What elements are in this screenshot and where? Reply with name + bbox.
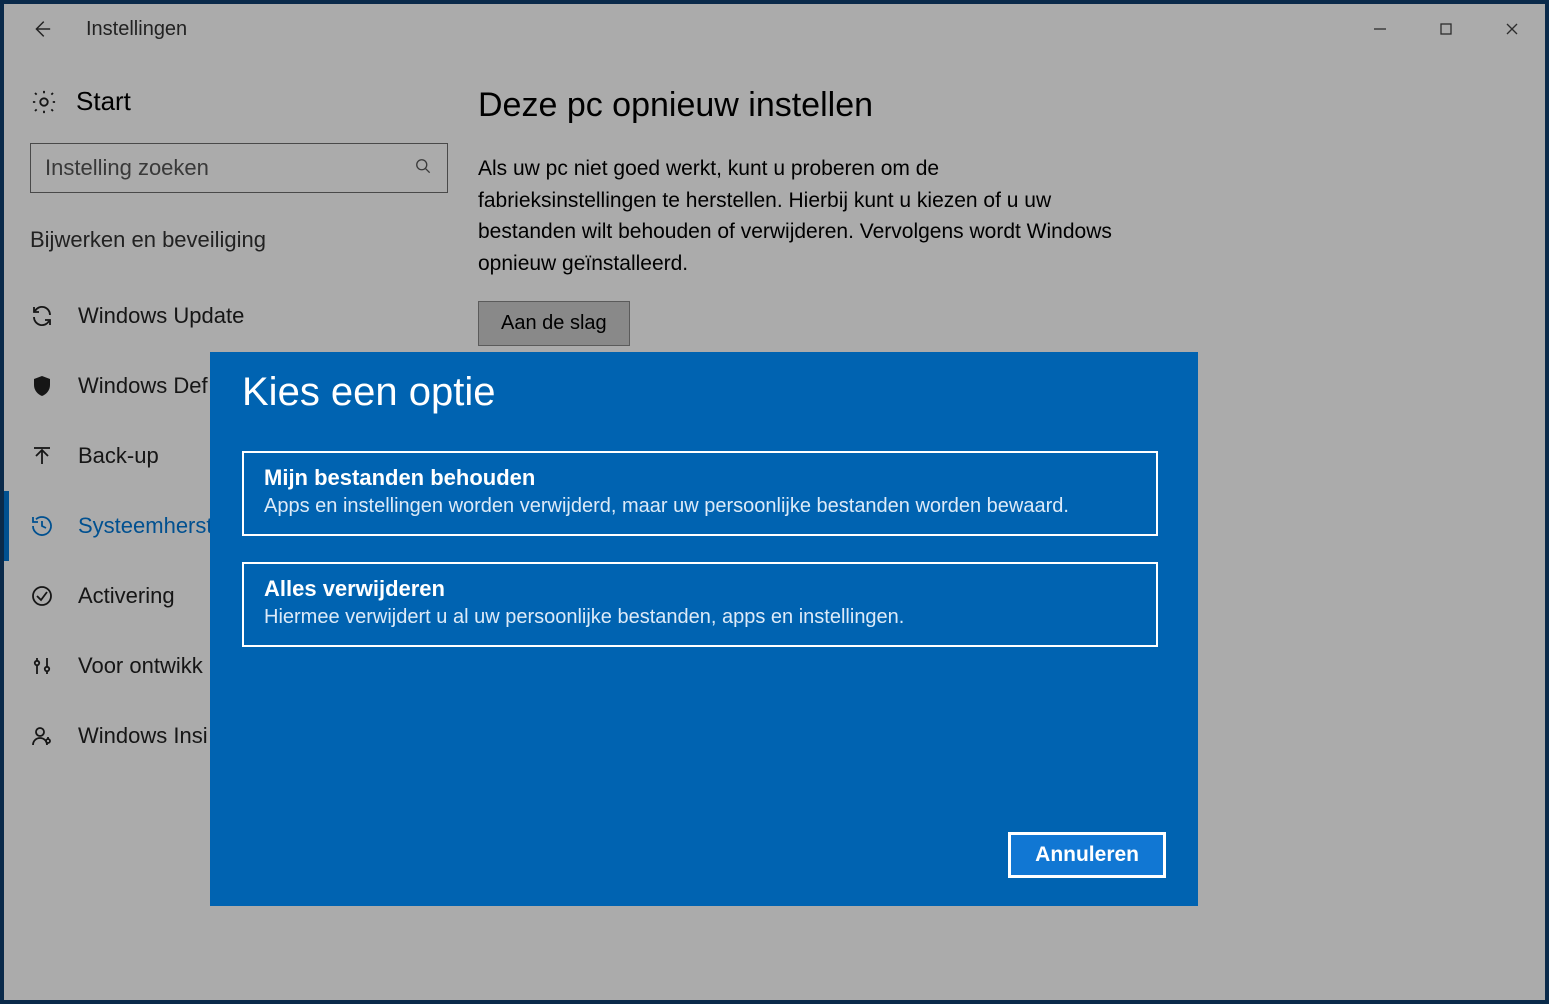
option-desc: Hiermee verwijdert u al uw persoonlijke … bbox=[264, 606, 1136, 629]
option-title: Alles verwijderen bbox=[264, 576, 1136, 602]
option-remove-everything[interactable]: Alles verwijderen Hiermee verwijdert u a… bbox=[242, 562, 1158, 647]
dialog-title: Kies een optie bbox=[242, 370, 1166, 415]
reset-options-dialog: Kies een optie Mijn bestanden behouden A… bbox=[210, 352, 1198, 906]
dialog-footer: Annuleren bbox=[242, 832, 1166, 878]
option-title: Mijn bestanden behouden bbox=[264, 465, 1136, 491]
option-desc: Apps en instellingen worden verwijderd, … bbox=[264, 495, 1136, 518]
option-keep-files[interactable]: Mijn bestanden behouden Apps en instelli… bbox=[242, 451, 1158, 536]
cancel-button[interactable]: Annuleren bbox=[1008, 832, 1166, 878]
